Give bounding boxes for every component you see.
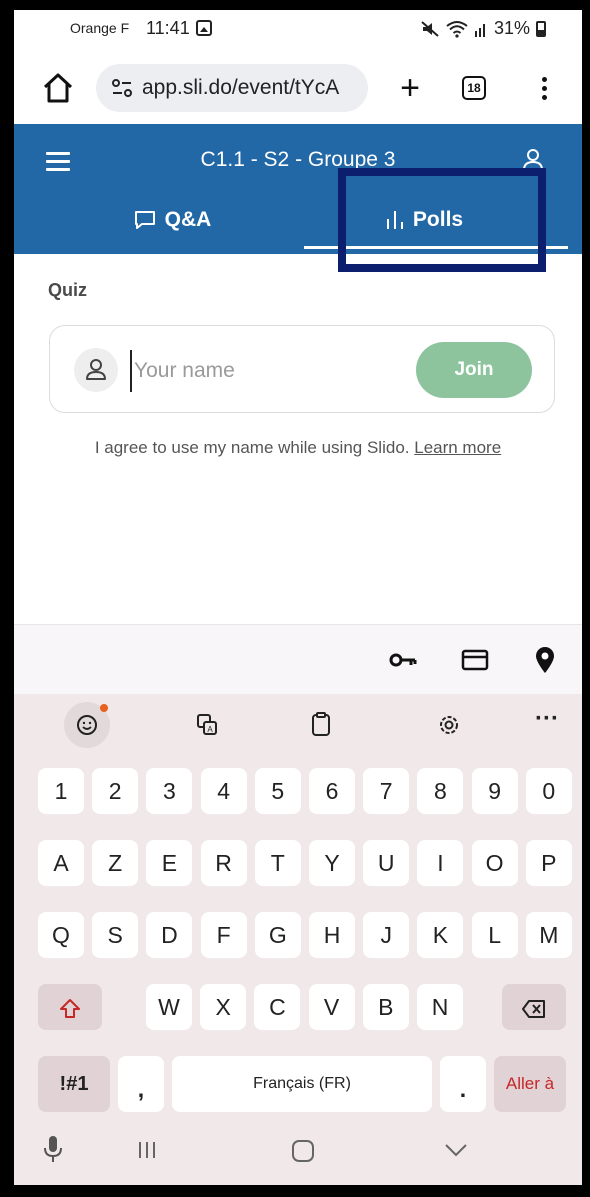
consent-text: I agree to use my name while using Slido… [14,438,582,458]
tab-qa-label: Q&A [164,208,212,231]
key-k[interactable]: K [417,912,464,958]
tab-switcher-button[interactable]: 18 [462,76,486,100]
key-7[interactable]: 7 [363,768,410,814]
key-0[interactable]: 0 [525,768,572,814]
key-t[interactable]: T [254,840,301,886]
site-settings-icon[interactable] [110,76,134,100]
hide-keyboard-icon[interactable] [444,1142,468,1158]
keyboard-toolbar: A ··· [14,694,582,754]
key-o[interactable]: O [471,840,518,886]
key-g[interactable]: G [254,912,301,958]
gear-icon [440,716,458,734]
key-6[interactable]: 6 [309,768,355,814]
key-icon[interactable] [388,645,418,675]
home-nav-icon[interactable] [290,1138,316,1164]
key-y[interactable]: Y [309,840,355,886]
image-notification-icon [196,20,212,36]
key-h[interactable]: H [309,912,355,958]
battery-label: 31% [493,18,530,38]
key-d[interactable]: D [146,912,193,958]
translate-button[interactable]: A [184,702,230,748]
key-2[interactable]: 2 [92,768,139,814]
key-5[interactable]: 5 [254,768,301,814]
clipboard-icon [312,712,330,736]
key-v[interactable]: V [308,984,355,1030]
key-f[interactable]: F [200,912,247,958]
microphone-icon[interactable] [42,1134,64,1166]
section-label: Quiz [48,280,87,300]
keyboard: A ··· 1234567890 AZERTYUIOP QSDFGHJKLM W… [14,694,582,1185]
chat-bubble-icon [134,211,155,229]
key-c[interactable]: C [254,984,301,1030]
key-p[interactable]: P [525,840,572,886]
consent-label: I agree to use my name while using Slido… [94,438,410,457]
key-b[interactable]: B [362,984,409,1030]
key-m[interactable]: M [525,912,572,958]
recent-apps-icon[interactable] [136,1140,158,1160]
shift-arrow-icon [60,998,80,1018]
keyboard-settings-button[interactable] [426,702,472,748]
browser-menu-icon[interactable] [536,74,552,104]
key-j[interactable]: J [363,912,410,958]
autofill-bar [14,624,582,695]
key-r[interactable]: R [200,840,247,886]
browser-toolbar: app.sli.do/event/tYcA + 18 [14,52,582,124]
key-w[interactable]: W [146,984,192,1030]
key-l[interactable]: L [471,912,518,958]
url-text[interactable]: app.sli.do/event/tYcA [142,76,364,100]
translate-icon: A [197,714,217,735]
key-e[interactable]: E [146,840,193,886]
address-bar[interactable]: app.sli.do/event/tYcA [96,64,368,112]
screenshot-frame: Orange F 11:41 31% app.sli.do/event/tYcA… [0,0,590,1197]
svg-text:A: A [207,725,213,734]
key-s[interactable]: S [92,912,139,958]
person-icon [86,359,106,380]
key-i[interactable]: I [417,840,464,886]
clipboard-button[interactable] [298,702,344,748]
name-input[interactable] [130,350,406,392]
key-4[interactable]: 4 [200,768,247,814]
clock: 11:41 [146,18,190,38]
symbols-key[interactable]: !#1 [38,1056,110,1112]
battery-icon [536,20,546,37]
key-z[interactable]: Z [92,840,139,886]
learn-more-link[interactable]: Learn more [414,438,501,457]
emoji-button[interactable] [64,702,110,748]
enter-key[interactable]: Aller à [494,1056,566,1112]
key-q[interactable]: Q [38,912,84,958]
status-bar: Orange F 11:41 31% [14,10,582,52]
key-8[interactable]: 8 [417,768,464,814]
key-1[interactable]: 1 [38,768,84,814]
wifi-icon [446,20,468,38]
signal-icon [474,23,485,37]
notification-dot [100,704,108,712]
key-u[interactable]: U [363,840,410,886]
period-key[interactable]: . [440,1056,486,1112]
backspace-key[interactable] [502,984,566,1030]
location-pin-icon[interactable] [530,645,560,675]
tab-qa[interactable]: Q&A [52,198,292,242]
avatar [74,348,118,392]
key-a[interactable]: A [38,840,84,886]
highlight-annotation [338,168,546,272]
space-key[interactable]: Français (FR) [172,1056,432,1112]
shift-key[interactable] [38,984,102,1030]
more-options-button[interactable]: ··· [524,702,570,748]
mute-icon [421,20,439,37]
phone-screen: Orange F 11:41 31% app.sli.do/event/tYcA… [14,10,582,1185]
credit-card-icon[interactable] [460,645,490,675]
carrier-label: Orange F [70,20,130,36]
comma-key[interactable]: , [118,1056,164,1112]
status-indicators: 31% [420,18,546,39]
join-button[interactable]: Join [416,342,532,398]
backspace-icon [522,999,545,1018]
key-9[interactable]: 9 [471,768,518,814]
key-n[interactable]: N [417,984,463,1030]
join-card: Join [49,325,555,413]
navigation-bar [14,1120,582,1185]
key-3[interactable]: 3 [146,768,193,814]
new-tab-button[interactable]: + [390,68,430,108]
home-icon[interactable] [40,70,76,106]
key-x[interactable]: X [200,984,247,1030]
